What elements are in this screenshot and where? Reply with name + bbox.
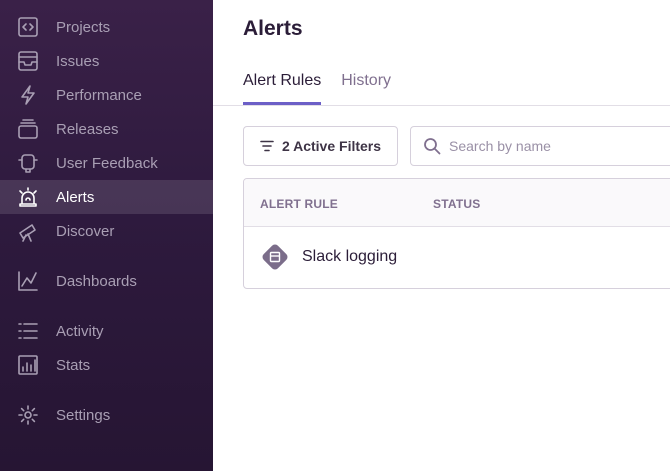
sidebar-item-label: Activity — [56, 322, 104, 340]
sidebar-item-dashboards[interactable]: Dashboards — [0, 264, 213, 298]
releases-icon — [17, 118, 39, 140]
sidebar-item-activity[interactable]: Activity — [0, 314, 213, 348]
sidebar-item-user-feedback[interactable]: User Feedback — [0, 146, 213, 180]
column-header-status[interactable]: STATUS — [433, 197, 480, 211]
sidebar-item-label: Alerts — [56, 188, 95, 206]
main-content: Alerts Alert Rules History 2 Active Filt… — [213, 0, 670, 471]
sidebar-item-label: Stats — [56, 356, 91, 374]
sidebar-item-label: Releases — [56, 120, 119, 138]
alert-rule-name-link[interactable]: Slack logging — [302, 248, 397, 266]
sidebar-item-discover[interactable]: Discover — [0, 214, 213, 248]
sidebar-item-releases[interactable]: Releases — [0, 112, 213, 146]
tabs-divider — [213, 105, 670, 106]
tab-alert-rules[interactable]: Alert Rules — [243, 72, 322, 106]
tab-history[interactable]: History — [341, 72, 391, 106]
lightning-icon — [17, 84, 39, 106]
sidebar-item-alerts[interactable]: Alerts — [0, 180, 213, 214]
column-header-alert-rule[interactable]: ALERT RULE — [260, 197, 338, 211]
sidebar-item-label: Projects — [56, 18, 111, 36]
sidebar: Projects Issues Performance Releases Use… — [0, 0, 213, 471]
list-icon — [17, 320, 39, 342]
sidebar-item-label: Dashboards — [56, 272, 137, 290]
bar-chart-icon — [17, 354, 39, 376]
alert-rules-table: ALERT RULE STATUS Slack logging — [243, 178, 670, 289]
search-input[interactable] — [449, 138, 669, 154]
issue-alert-icon — [262, 244, 288, 270]
page-title: Alerts — [243, 17, 303, 40]
sidebar-item-label: Settings — [56, 406, 111, 424]
tab-bar: Alert Rules History — [243, 72, 411, 106]
issues-icon — [17, 50, 39, 72]
table-row[interactable]: Slack logging — [244, 227, 670, 288]
filter-icon — [260, 140, 274, 152]
megaphone-icon — [17, 152, 39, 174]
graph-icon — [17, 270, 39, 292]
filter-button-label: 2 Active Filters — [281, 138, 382, 154]
siren-icon — [17, 186, 39, 208]
sidebar-item-label: User Feedback — [56, 154, 158, 172]
sidebar-item-performance[interactable]: Performance — [0, 78, 213, 112]
sidebar-item-stats[interactable]: Stats — [0, 348, 213, 382]
projects-icon — [17, 16, 39, 38]
gear-icon — [17, 404, 39, 426]
telescope-icon — [17, 220, 39, 242]
search-box — [410, 126, 670, 166]
sidebar-item-label: Performance — [56, 86, 142, 104]
sidebar-item-settings[interactable]: Settings — [0, 398, 213, 432]
table-header: ALERT RULE STATUS — [244, 179, 670, 227]
sidebar-item-label: Discover — [56, 222, 115, 240]
search-icon — [424, 138, 441, 155]
sidebar-item-projects[interactable]: Projects — [0, 10, 213, 44]
active-filters-button[interactable]: 2 Active Filters — [243, 126, 398, 166]
sidebar-item-issues[interactable]: Issues — [0, 44, 213, 78]
sidebar-item-label: Issues — [56, 52, 100, 70]
